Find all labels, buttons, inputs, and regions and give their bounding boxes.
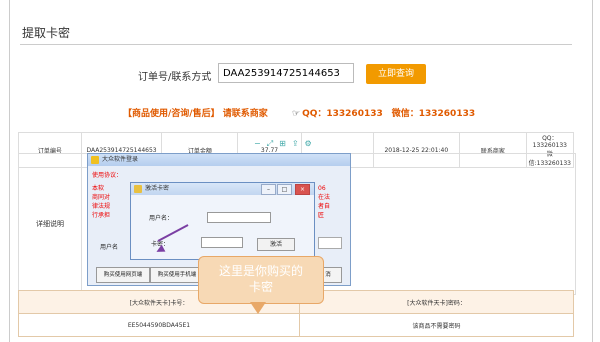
dialog-logo-icon (134, 185, 142, 193)
agreement-right-line: 匠 (318, 212, 325, 219)
dialog-title: 激活卡密 (145, 185, 170, 192)
minimize-icon[interactable]: − (254, 139, 267, 148)
agreement-right-line: 在法 (318, 194, 331, 201)
toolbar-icons: −⤢⊞⇪⚙ (254, 139, 318, 149)
agreement-right-line: 06 (318, 185, 326, 192)
buy-mobile-button[interactable]: 购买使用手机端 (150, 267, 204, 283)
minimize-button[interactable]: – (261, 184, 276, 195)
buy-web-button[interactable]: 购买使用网页端 (96, 267, 150, 283)
close-button[interactable]: × (295, 184, 310, 195)
window-title-bar: 大众软件登录 (88, 154, 350, 166)
agreement-label: 使用协议： (92, 172, 123, 179)
card-input[interactable] (201, 237, 243, 248)
page-title: 提取卡密 (22, 26, 71, 40)
contact-note: 【商品使用/咨询/售后】 请联系商家 (123, 109, 268, 119)
callout-bubble: 这里是你购买的 卡密 (198, 256, 324, 304)
merchant-qq: QQ：133260133 (532, 135, 567, 149)
username-input[interactable] (207, 212, 271, 223)
order-input[interactable] (218, 63, 354, 83)
order-label: 订单号/联系方式 (138, 72, 212, 83)
user-field-label: 用户名 (100, 244, 119, 251)
settings-icon[interactable]: ⚙ (305, 139, 318, 148)
detail-label: 详细说明 (19, 154, 82, 294)
app-logo-icon (91, 156, 99, 164)
callout-line: 这里是你购买的 (218, 264, 303, 278)
username-label: 用户名： (149, 215, 174, 222)
grid-icon[interactable]: ⊞ (279, 139, 292, 148)
agreement-right-line: 者自 (318, 203, 331, 210)
callout-line: 卡密 (248, 280, 273, 294)
share-icon[interactable]: ⇪ (292, 139, 305, 148)
window-title: 大众软件登录 (102, 156, 139, 163)
contact-qq: ☞ QQ：133260133 微信：133260133 (292, 106, 475, 119)
expand-icon[interactable]: ⤢ (267, 139, 279, 148)
card-pwd-header: [大众软件天卡]密码： (299, 290, 574, 314)
hand-pointer-icon: ☞ (292, 109, 301, 119)
password-input[interactable] (318, 237, 342, 249)
qq-wechat-text: QQ：133260133 微信：133260133 (302, 109, 476, 119)
activate-button[interactable]: 激活 (257, 238, 295, 251)
callout-tail (250, 302, 266, 314)
agreement-right: 06 在法 者自 匠 (318, 184, 330, 220)
query-button[interactable]: 立即查询 (366, 64, 426, 84)
maximize-button[interactable]: □ (277, 184, 292, 195)
card-no-value: EE5044590BDA45E1 (18, 313, 300, 337)
title-divider (20, 44, 572, 45)
dialog-title-bar: 激活卡密 – □ × (131, 183, 314, 195)
card-pwd-value: 该商品不需要密码 (299, 313, 574, 337)
